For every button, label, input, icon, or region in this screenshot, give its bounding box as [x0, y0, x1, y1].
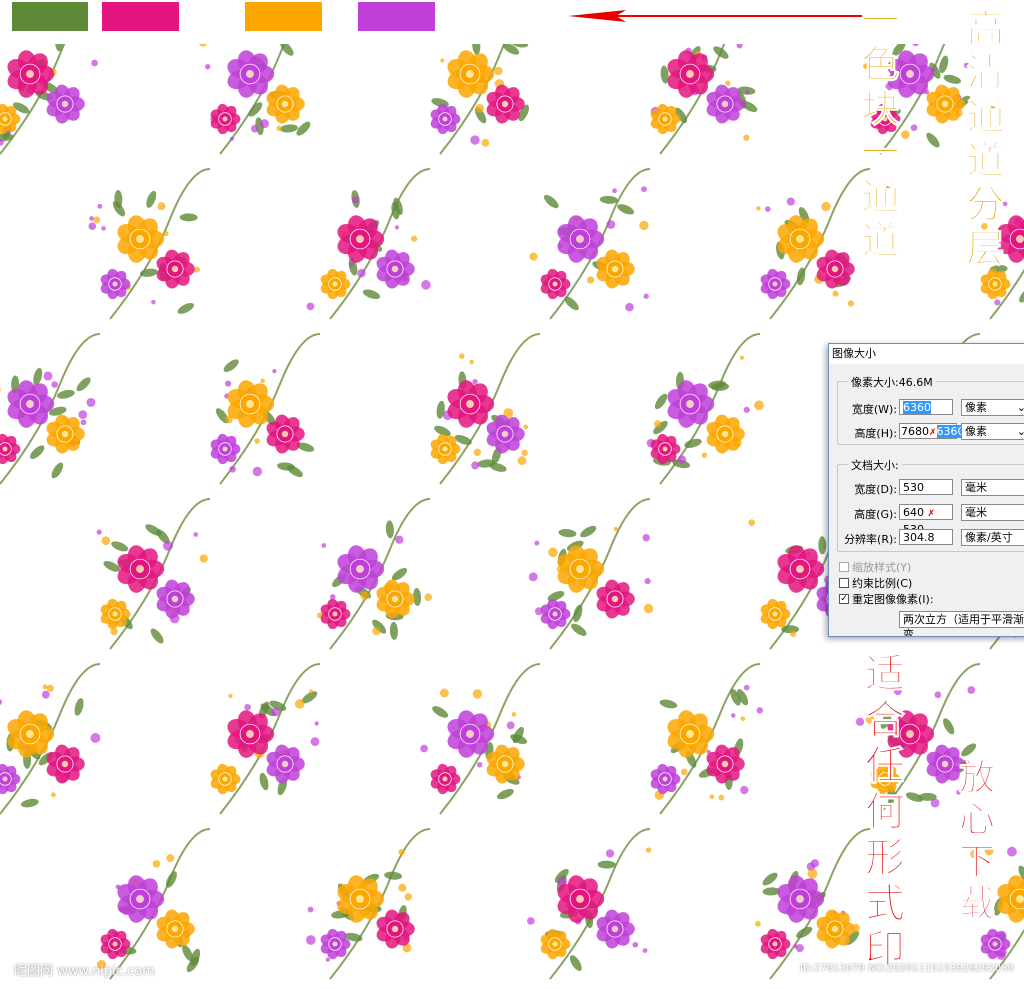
dialog-title: 图像大小 — [829, 344, 1024, 364]
doc-width-unit-value: 毫米 — [965, 481, 987, 494]
red-arrow-icon — [568, 10, 862, 22]
flower-cluster — [528, 498, 654, 650]
flower-cluster — [210, 663, 321, 815]
strike-mark-icon: ✗ — [927, 509, 936, 519]
resample-method-select[interactable]: 两次立方（适用于平滑渐变 — [899, 611, 1024, 636]
height-label: 高度(H): — [854, 427, 897, 440]
flower-cluster — [529, 168, 651, 320]
resolution-label: 分辨率(R): — [844, 533, 897, 546]
flower-cluster — [96, 498, 211, 650]
height-input[interactable]: 7680✗6360 — [899, 423, 965, 439]
flower-cluster — [650, 663, 764, 815]
scale-styles-checkbox[interactable] — [839, 562, 849, 572]
watermark-left: 昵图网 www.nipic.com — [14, 964, 155, 979]
constrain-proportions-checkbox[interactable] — [839, 578, 849, 588]
color-swatch-orange — [245, 2, 322, 31]
annotation-red-right: 放心下载 — [953, 758, 996, 927]
resolution-unit-select[interactable]: 像素/英寸 — [961, 529, 1024, 546]
flower-cluster — [210, 333, 321, 485]
flower-cluster — [306, 828, 431, 980]
doc-height-input[interactable]: 640 ✗ 530 — [899, 504, 953, 536]
document-size-label: 文档大小: — [848, 457, 902, 473]
flower-cluster — [430, 44, 529, 155]
color-swatch-purple — [358, 2, 435, 31]
image-size-dialog: 图像大小 像素大小:46.6M 宽度(W): 6360 像素 ⌄ 高度(H): … — [828, 343, 1024, 637]
flower-cluster — [650, 44, 758, 155]
width-unit-select[interactable]: 像素 ⌄ — [961, 399, 1024, 416]
flower-cluster — [420, 663, 541, 815]
chevron-down-icon: ⌄ — [1017, 400, 1024, 415]
flower-cluster — [0, 663, 101, 815]
resample-label: 重定图像像素(I): — [852, 593, 934, 606]
annotation-right-column: 高清通道分层 — [960, 8, 1006, 273]
height-unit-select[interactable]: 像素 ⌄ — [961, 423, 1024, 440]
annotation-left-column: 一色块一通道 — [855, 0, 901, 265]
doc-width-label: 宽度(D): — [854, 483, 897, 496]
scale-styles-label: 缩放样式(Y) — [852, 561, 912, 574]
flower-cluster — [646, 333, 764, 485]
flower-cluster — [316, 498, 433, 650]
resolution-unit-value: 像素/英寸 — [965, 531, 1013, 544]
color-swatch-green — [12, 2, 88, 31]
width-unit-value: 像素 — [965, 401, 987, 414]
height-value-old: 7680 — [901, 425, 929, 438]
resample-method-value: 两次立方（适用于平滑渐变 — [903, 613, 1024, 637]
doc-width-value: 530 — [903, 481, 924, 494]
watermark-right: ID:27813079 NO:20201115153926292030 — [800, 963, 1014, 974]
chevron-down-icon: ⌄ — [1017, 424, 1024, 439]
flower-cluster — [96, 828, 211, 980]
color-swatch-magenta — [102, 2, 179, 31]
width-label: 宽度(W): — [851, 403, 897, 416]
doc-width-input[interactable]: 530 — [899, 479, 953, 495]
height-unit-value: 像素 — [965, 425, 987, 438]
constrain-proportions-label: 约束比例(C) — [852, 577, 913, 590]
strike-mark-icon: ✗ — [929, 428, 937, 438]
doc-height-unit-value: 毫米 — [965, 506, 987, 519]
resample-checkbox[interactable]: ✓ — [839, 594, 849, 604]
width-input[interactable]: 6360 — [899, 399, 953, 415]
flower-cluster — [430, 333, 541, 485]
flower-cluster — [199, 44, 311, 155]
pixel-dimensions-label: 像素大小:46.6M — [848, 374, 936, 390]
annotation-red-left: 适合任何形式印 — [858, 652, 906, 975]
flower-cluster — [88, 168, 211, 320]
doc-height-unit-select[interactable]: 毫米 — [961, 504, 1024, 521]
doc-height-label: 高度(G): — [854, 508, 897, 521]
resolution-value: 304.8 — [903, 531, 935, 544]
flower-cluster — [0, 333, 101, 485]
flower-cluster — [0, 44, 98, 155]
doc-width-unit-select[interactable]: 毫米 — [961, 479, 1024, 496]
width-value: 6360 — [903, 401, 931, 414]
doc-height-value-old: 640 — [903, 506, 924, 519]
flower-cluster — [527, 828, 652, 980]
flower-cluster — [306, 168, 431, 320]
resolution-input[interactable]: 304.8 — [899, 529, 953, 545]
